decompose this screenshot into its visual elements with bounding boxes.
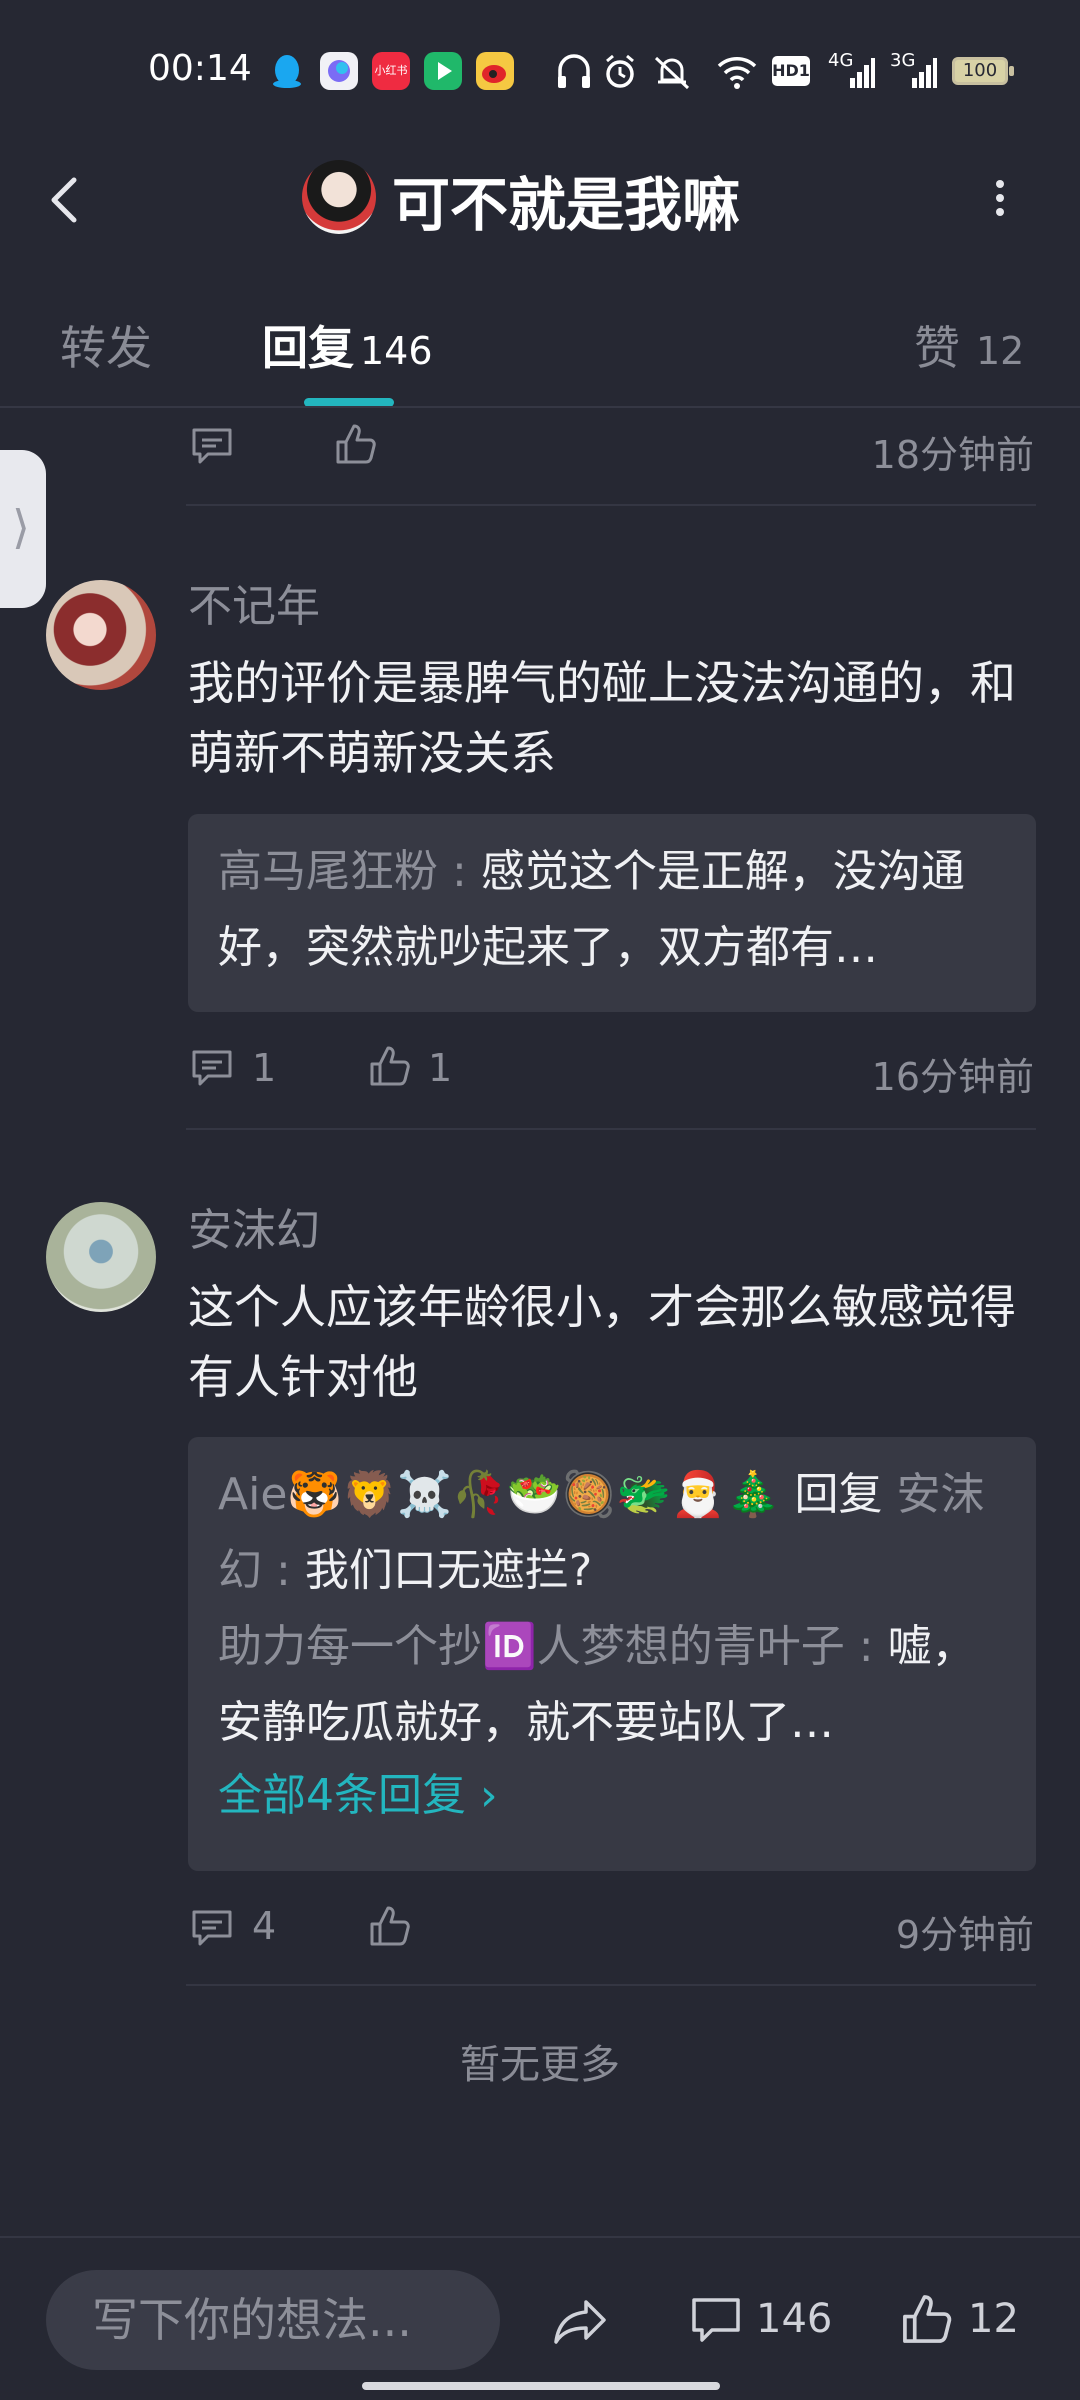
comment-time: 18分钟前 <box>871 433 1034 477</box>
xiaohongshu-icon: 小红书 <box>372 52 410 90</box>
share-icon[interactable] <box>552 2296 608 2348</box>
status-bar: 00:14 小红书 HD1 4G 3G 100 <box>0 0 1080 110</box>
video-app-icon <box>424 52 462 90</box>
chevron-right-icon: ⟩ <box>12 500 30 554</box>
avatar[interactable] <box>46 580 156 690</box>
like-icon[interactable] <box>368 1904 412 1948</box>
weibo-icon <box>476 52 514 90</box>
tab-like-count: 12 <box>976 329 1025 373</box>
comment-icon[interactable] <box>190 424 234 468</box>
reply-item[interactable]: Aie🐯🦁☠️🥀🥗🥘🐲🎅🎄 回复 安沫幻 : 我们口无遮拦? <box>218 1457 1006 1609</box>
hd-badge: HD1 <box>772 56 810 86</box>
like-icon[interactable] <box>334 422 378 466</box>
signal-icon-1 <box>850 58 875 88</box>
reply-username[interactable]: 高马尾狂粉 <box>218 846 438 897</box>
like-icon[interactable] <box>368 1044 412 1088</box>
comment-time: 16分钟前 <box>871 1055 1034 1099</box>
back-icon[interactable] <box>40 170 90 230</box>
signal-icon-2 <box>912 58 937 88</box>
comment-content: 我的评价是暴脾气的碰上没法沟通的，和萌新不萌新没关系 <box>188 656 1016 780</box>
bottom-like-count: 12 <box>968 2296 1019 2342</box>
comment-username[interactable]: 安沫幻 <box>188 1194 320 1258</box>
chevron-right-icon: › <box>480 1770 498 1821</box>
status-time: 00:14 <box>148 48 252 89</box>
comment-icon[interactable] <box>190 1906 234 1950</box>
reply-separator: : <box>276 1545 291 1596</box>
reply-text: 我们口无遮拦? <box>304 1545 593 1596</box>
comment-username[interactable]: 不记年 <box>188 570 320 634</box>
mute-bell-icon <box>654 56 690 90</box>
tab-forward-label: 转发 <box>60 321 152 375</box>
view-all-replies-link[interactable]: 全部4条回复 › <box>218 1761 1006 1831</box>
divider <box>186 504 1036 506</box>
tab-like-label: 赞 <box>914 321 960 375</box>
reply-thread[interactable]: Aie🐯🦁☠️🥀🥗🥘🐲🎅🎄 回复 安沫幻 : 我们口无遮拦? 助力每一个抄🆔人梦… <box>188 1437 1036 1871</box>
comment-icon[interactable] <box>690 2294 742 2346</box>
headphones-icon <box>558 54 590 88</box>
meta-ai-icon <box>320 52 358 90</box>
like-count: 1 <box>428 1046 453 1090</box>
author-avatar[interactable] <box>302 160 376 234</box>
tab-divider <box>0 406 1080 408</box>
tab-forward[interactable]: 转发 <box>60 312 152 378</box>
wifi-icon <box>717 57 757 89</box>
battery-icon: 100 <box>952 57 1014 85</box>
reply-separator: : <box>452 846 467 897</box>
comment-content: 这个人应该年龄很小，才会那么敏感觉得有人针对他 <box>188 1280 1016 1404</box>
page-title: 可不就是我嘛 <box>392 171 741 239</box>
comment-time: 9分钟前 <box>895 1913 1034 1957</box>
alarm-icon <box>606 54 634 88</box>
comment-icon[interactable] <box>190 1046 234 1090</box>
reply-username[interactable]: Aie🐯🦁☠️🥀🥗🥘🐲🎅🎄 <box>218 1469 780 1520</box>
avatar[interactable] <box>46 1202 156 1312</box>
reply-username[interactable]: 助力每一个抄🆔人梦想的青叶子 <box>218 1621 845 1672</box>
bottom-comment-count: 146 <box>756 2296 833 2342</box>
home-indicator[interactable] <box>362 2382 720 2390</box>
view-all-replies-label: 全部4条回复 <box>218 1770 466 1821</box>
tab-like[interactable]: 赞 12 <box>914 312 1024 378</box>
reply-label: 回复 <box>794 1469 883 1520</box>
reply-separator: : <box>858 1621 874 1672</box>
tab-reply[interactable]: 回复 146 <box>262 312 433 378</box>
comment-count: 4 <box>252 1904 277 1948</box>
qq-icon <box>268 52 306 90</box>
like-icon[interactable] <box>900 2292 954 2346</box>
divider <box>186 1128 1036 1130</box>
tab-reply-count: 146 <box>360 329 433 373</box>
reply-preview[interactable]: 高马尾狂粉 : 感觉这个是正解，没沟通好，突然就吵起来了，双方都有… <box>188 814 1036 1012</box>
comment-input[interactable]: 写下你的想法... <box>46 2270 500 2370</box>
divider <box>186 1984 1036 1986</box>
no-more-text: 暂无更多 <box>460 2042 620 2088</box>
tab-reply-label: 回复 <box>262 321 354 375</box>
side-drawer-handle[interactable]: ⟩ <box>0 450 46 608</box>
comment-count: 1 <box>252 1046 277 1090</box>
reply-item[interactable]: 助力每一个抄🆔人梦想的青叶子 : 嘘，安静吃瓜就好，就不要站队了… <box>218 1609 1006 1761</box>
more-icon[interactable] <box>990 178 1010 218</box>
